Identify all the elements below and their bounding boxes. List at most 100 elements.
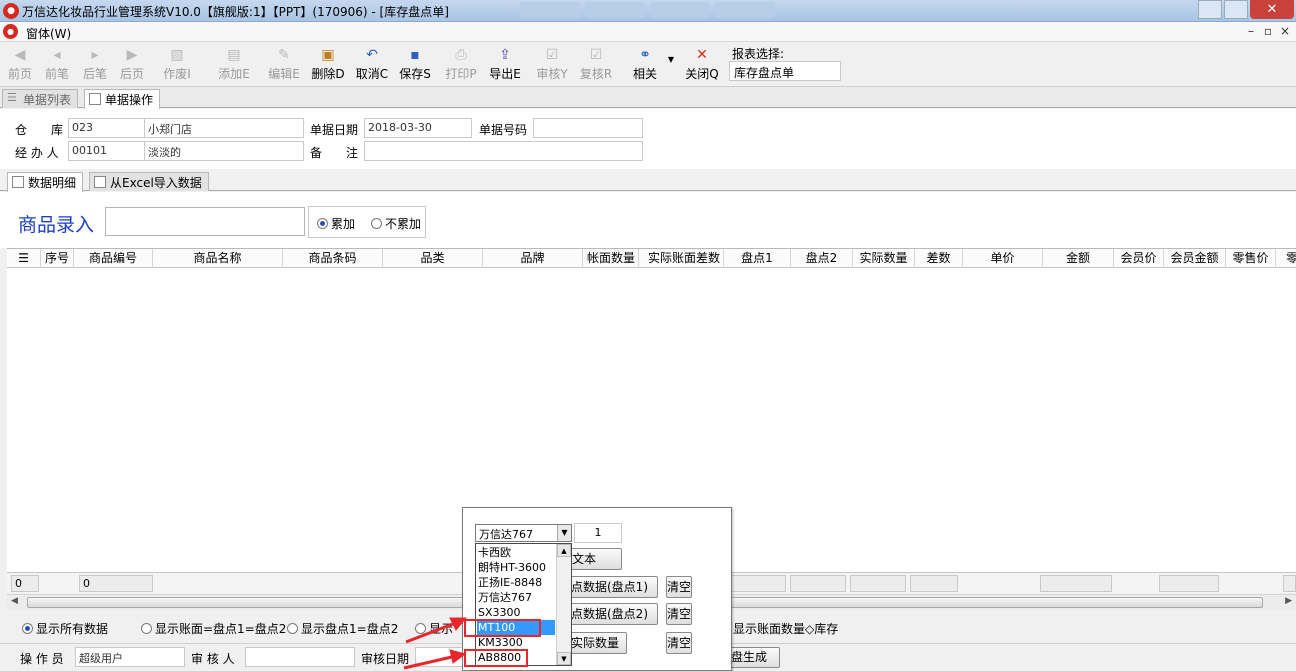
reviewer-field[interactable] [245, 647, 355, 667]
delete-button[interactable]: ▣ 删除D [310, 45, 346, 85]
close-form-button[interactable]: ✕ 关闭Q [684, 45, 720, 85]
related-label: 相关 [632, 67, 657, 81]
warehouse-code-field[interactable]: 023 [68, 118, 145, 138]
first-page-button[interactable]: ◀ 前页 [5, 45, 35, 85]
column-header[interactable]: 单价 [963, 249, 1043, 268]
column-header[interactable]: 会员金额 [1164, 249, 1226, 268]
tab-document-list[interactable]: ☰ 单据列表 [2, 89, 79, 108]
option-show-all[interactable]: 显示所有数据 [22, 620, 108, 637]
recheck-button[interactable]: ☑ 复核R [579, 45, 613, 85]
export-button[interactable]: ⇪ 导出E [488, 45, 522, 85]
dropdown-option[interactable]: 卡西欧 [478, 545, 511, 560]
dropdown-option[interactable]: 正扬IE-8848 [478, 575, 542, 590]
dropdown-option[interactable]: SX3300 [478, 605, 521, 620]
prev-record-button[interactable]: ◂ 前笔 [42, 45, 72, 85]
column-header[interactable]: 帐面数量 [583, 249, 639, 268]
option-count1-eq-count2[interactable]: 显示盘点1=盘点2 [287, 620, 398, 637]
dropdown-option[interactable]: KM3300 [478, 635, 523, 650]
date-label: 单据日期 [310, 123, 359, 137]
scroll-left-icon[interactable]: ◀ [11, 596, 18, 606]
handler-code-field[interactable]: 00101 [68, 141, 145, 161]
port-number-field[interactable]: 1 [574, 523, 622, 543]
tab-data-detail[interactable]: 数据明细 [7, 172, 84, 192]
footer-cell [850, 575, 906, 592]
option-book-eq-counts[interactable]: 显示账面=盘点1=盘点2 [141, 620, 286, 637]
scroll-up-icon[interactable]: ▲ [557, 544, 571, 557]
remark-field[interactable] [364, 141, 643, 161]
minimize-button[interactable] [1198, 0, 1222, 19]
edit-button[interactable]: ✎ 编辑E [266, 45, 302, 85]
next-record-label: 后笔 [82, 67, 107, 81]
column-header[interactable]: 序号 [41, 249, 74, 268]
dropdown-option[interactable]: 万信达767 [478, 590, 532, 605]
dropdown-option[interactable]: 朗特HT-3600 [478, 560, 546, 575]
column-header[interactable]: 品牌 [483, 249, 583, 268]
scroll-down-icon[interactable]: ▼ [557, 652, 571, 665]
column-header[interactable]: 商品名称 [153, 249, 283, 268]
chevron-down-icon[interactable]: ▼ [557, 525, 571, 541]
operator-field[interactable]: 超级用户 [75, 647, 185, 667]
add-button[interactable]: ▤ 添加E [216, 45, 252, 85]
import-actual-button[interactable]: 实际数量 [567, 632, 627, 654]
export-icon: ⇪ [499, 47, 511, 63]
read-text-button[interactable]: 文本 [567, 548, 622, 570]
handler-name-field[interactable]: 淡淡的 [144, 141, 304, 161]
radio-accumulate[interactable]: 累加 [317, 215, 355, 232]
approve-icon: ☑ [545, 47, 559, 63]
footer-cell [790, 575, 846, 592]
radio-no-accumulate[interactable]: 不累加 [371, 215, 421, 232]
column-header[interactable]: 会员价 [1114, 249, 1164, 268]
tab-excel-import-label: 从Excel导入数据 [110, 176, 202, 190]
radio-off-icon [371, 218, 382, 229]
approve-button[interactable]: ☑ 审核Y [535, 45, 569, 85]
column-header[interactable]: 盘点2 [791, 249, 853, 268]
mdi-close-icon[interactable]: × [1278, 24, 1292, 38]
window-close-button[interactable]: ✕ [1250, 0, 1294, 19]
column-header[interactable]: 品类 [383, 249, 483, 268]
report-select-input[interactable]: 库存盘点单 [729, 61, 841, 81]
approve-label: 审核Y [536, 67, 568, 81]
mdi-restore-icon[interactable]: ▫ [1261, 24, 1275, 38]
clear-count2-button[interactable]: 清空 [666, 603, 692, 625]
last-page-button[interactable]: ▶ 后页 [117, 45, 147, 85]
cancel-button[interactable]: ↶ 取消C [354, 45, 390, 85]
clear-actual-button[interactable]: 清空 [666, 632, 692, 654]
app-menu-icon[interactable]: ● [3, 24, 18, 39]
tab-excel-import[interactable]: 从Excel导入数据 [89, 172, 209, 191]
scanner-model-select[interactable]: 万信达767 ▼ [475, 524, 572, 542]
column-header[interactable]: 实际账面差数 [639, 249, 724, 268]
maximize-button[interactable] [1224, 0, 1248, 19]
warehouse-name-field[interactable]: 小郑门店 [144, 118, 304, 138]
column-header[interactable]: 商品编号 [74, 249, 153, 268]
column-header[interactable]: 零 [1276, 249, 1296, 268]
related-button[interactable]: ⚭ 相关 [630, 45, 660, 85]
scanner-model-dropdown-list[interactable]: 卡西欧 朗特HT-3600 正扬IE-8848 万信达767 SX3300 MT… [475, 543, 572, 666]
import-count1-button[interactable]: 点数据(盘点1) [567, 576, 658, 598]
mdi-minimize-icon[interactable]: – [1244, 24, 1258, 38]
clear-count1-button[interactable]: 清空 [666, 576, 692, 598]
menu-window[interactable]: 窗体(W) [26, 25, 71, 42]
generate-button[interactable]: 盘生成 [727, 647, 780, 668]
print-button[interactable]: ⎙ 打印P [444, 45, 478, 85]
column-header[interactable]: 实际数量 [853, 249, 915, 268]
void-button[interactable]: ▧ 作废I [160, 45, 194, 85]
grid-menu-icon[interactable]: ☰ [7, 249, 41, 268]
export-label: 导出E [489, 67, 521, 81]
tab-document-operation[interactable]: 单据操作 [84, 89, 161, 109]
import-count2-button[interactable]: 点数据(盘点2) [567, 603, 658, 625]
next-record-button[interactable]: ▸ 后笔 [80, 45, 110, 85]
column-header[interactable]: 盘点1 [724, 249, 791, 268]
column-header[interactable]: 商品条码 [283, 249, 383, 268]
scroll-right-icon[interactable]: ▶ [1285, 596, 1292, 606]
product-entry-input[interactable] [105, 207, 305, 236]
column-header[interactable]: 金额 [1043, 249, 1114, 268]
column-header[interactable]: 零售价 [1226, 249, 1276, 268]
related-dropdown-icon[interactable]: ▼ [666, 55, 676, 69]
option-book-neq-stock[interactable]: 显示账面数量◇库存 [733, 620, 838, 637]
column-header[interactable]: 差数 [915, 249, 963, 268]
date-field[interactable]: 2018-03-30 [364, 118, 472, 138]
save-button[interactable]: ▪ 保存S [397, 45, 433, 85]
dropdown-scrollbar[interactable]: ▲ ▼ [556, 544, 571, 665]
print-label: 打印P [445, 67, 477, 81]
docno-field[interactable] [533, 118, 643, 138]
